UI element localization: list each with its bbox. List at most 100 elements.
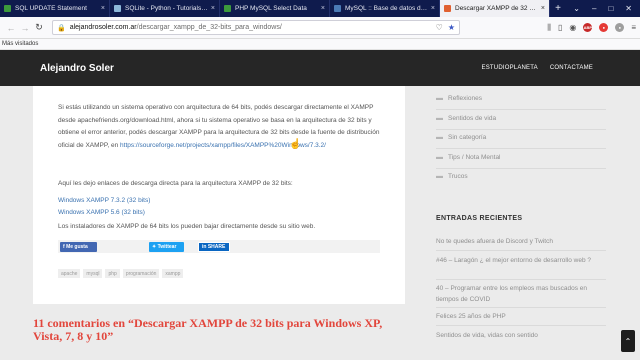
minimize-icon[interactable]: –: [592, 4, 596, 13]
divider: [436, 148, 606, 149]
divider: [436, 168, 606, 169]
comments-heading: 11 comentarios en “Descargar XAMPP de 32…: [33, 316, 383, 343]
recent-post-link[interactable]: 40 – Programar entre los empleos mas bus…: [436, 283, 606, 305]
site-title[interactable]: Alejandro Soler: [40, 63, 114, 74]
category-label: Reflexiones: [448, 95, 482, 102]
browser-tab[interactable]: SQLite - Python - Tutorialspoi ×: [110, 0, 220, 17]
favicon-icon: [114, 5, 121, 12]
divider: [436, 279, 606, 280]
facebook-like-button[interactable]: f Me gusta: [60, 241, 97, 252]
folder-icon: ▬: [436, 115, 443, 122]
close-tab-icon[interactable]: ×: [431, 5, 435, 12]
bookmark-star-icon[interactable]: ★: [448, 23, 455, 32]
tag-mysql[interactable]: mysql: [83, 269, 103, 278]
folder-icon: ▬: [436, 95, 443, 102]
tab-title: PHP MySQL Select Data: [235, 5, 307, 12]
address-bar[interactable]: 🔒 alejandrosoler.com.ar/descargar_xampp_…: [52, 20, 460, 35]
favicon-icon: [4, 5, 11, 12]
facebook-like-label: Me gusta: [66, 243, 88, 250]
tag-php[interactable]: php: [105, 269, 120, 278]
linkedin-share-button[interactable]: in SHARE: [198, 241, 230, 252]
tab-title: SQL UPDATE Statement: [15, 5, 87, 12]
sidebar-icon[interactable]: ▯: [558, 23, 562, 32]
reload-icon[interactable]: ↻: [32, 21, 46, 35]
category-label: Sentidos de vida: [448, 115, 497, 122]
download-link-56[interactable]: Windows XAMPP 5.6 (32 bits): [58, 207, 150, 219]
tab-title: Descargar XAMPP de 32 bits para: [455, 5, 538, 12]
navigation-bar: ← → ↻ 🔒 alejandrosoler.com.ar/descargar_…: [0, 17, 640, 39]
category-label: Tips / Nota Mental: [448, 154, 501, 161]
divider: [436, 307, 606, 308]
close-tab-icon[interactable]: ×: [211, 5, 215, 12]
chevron-up-icon: ⌃: [624, 336, 632, 346]
browser-tab-active[interactable]: Descargar XAMPP de 32 bits para ×: [440, 0, 550, 17]
favicon-icon: [444, 5, 451, 12]
nav-item-contactame[interactable]: CONTACTAME: [550, 65, 593, 71]
favicon-icon: [334, 5, 341, 12]
lock-icon[interactable]: 🔒: [57, 24, 66, 32]
category-item[interactable]: ▬ Sentidos de vida: [436, 115, 496, 122]
close-window-icon[interactable]: ✕: [625, 4, 632, 13]
site-nav: ESTUDIOPLANETA CONTACTAME: [482, 65, 593, 71]
recent-post-link[interactable]: No te quedes afuera de Discord y Twitch: [436, 236, 606, 247]
recent-post-link[interactable]: #46 – Laragón ¿ el mejor entorno de desa…: [436, 255, 606, 266]
pocket-icon[interactable]: ♡: [436, 23, 443, 32]
list-all-tabs-icon[interactable]: ⌄: [573, 4, 580, 13]
article-paragraph: Los instaladores de XAMPP de 64 bits los…: [58, 223, 316, 230]
article-paragraph: Si estás utilizando un sistema operativo…: [58, 102, 390, 152]
library-icon[interactable]: ⫼: [547, 23, 551, 33]
url-domain: alejandrosoler.com.ar: [69, 24, 137, 31]
bookmarks-bar: Más visitados: [0, 39, 640, 50]
new-tab-button[interactable]: +: [550, 0, 566, 17]
download-links: Windows XAMPP 7.3.2 (32 bits) Windows XA…: [58, 195, 150, 219]
browser-tab[interactable]: MySQL :: Base de datos desde Pyth ×: [330, 0, 440, 17]
folder-icon: ▬: [436, 134, 443, 141]
close-tab-icon[interactable]: ×: [321, 5, 325, 12]
close-tab-icon[interactable]: ×: [101, 5, 105, 12]
article-card: Si estás utilizando un sistema operativo…: [33, 86, 405, 304]
back-icon[interactable]: ←: [4, 21, 18, 35]
download-link-732[interactable]: Windows XAMPP 7.3.2 (32 bits): [58, 195, 150, 207]
share-buttons: f Me gusta ✦ Twittear in SHARE: [58, 240, 380, 253]
divider: [436, 129, 606, 130]
article-paragraph: Aquí les dejo enlaces de descarga direct…: [58, 180, 293, 187]
extension-icon[interactable]: ●: [615, 23, 625, 32]
browser-tab[interactable]: PHP MySQL Select Data ×: [220, 0, 330, 17]
close-tab-icon[interactable]: ×: [541, 5, 545, 12]
category-item[interactable]: ▬ Tips / Nota Mental: [436, 154, 501, 161]
recent-posts-heading: ENTRADAS RECIENTES: [436, 215, 523, 222]
divider: [436, 250, 606, 251]
forward-icon[interactable]: →: [18, 21, 32, 35]
twitter-share-button[interactable]: ✦ Twittear: [149, 241, 184, 252]
tab-title: SQLite - Python - Tutorialspoi: [125, 5, 208, 12]
sidebar: ▬ Reflexiones ▬ Sentidos de vida ▬ Sin cate…: [428, 86, 640, 360]
recent-post-link[interactable]: Sentidos de vida, vidas con sentido: [436, 330, 606, 341]
divider: [436, 109, 606, 110]
category-label: Sin categoría: [448, 134, 487, 141]
site-header: Alejandro Soler ESTUDIOPLANETA CONTACTAM…: [0, 50, 640, 86]
category-item[interactable]: ▬ Sin categoría: [436, 134, 486, 141]
tag-xampp[interactable]: xampp: [162, 269, 184, 278]
nav-item-estudioplaneta[interactable]: ESTUDIOPLANETA: [482, 65, 538, 71]
menu-icon[interactable]: ≡: [631, 23, 636, 32]
recent-post-link[interactable]: Felices 25 años de PHP: [436, 311, 606, 322]
account-icon[interactable]: ◉: [569, 23, 576, 32]
maximize-icon[interactable]: □: [608, 4, 613, 13]
tag-apache[interactable]: apache: [58, 269, 81, 278]
favicon-icon: [224, 5, 231, 12]
folder-icon: ▬: [436, 173, 443, 180]
tag-programacion[interactable]: programación: [122, 269, 160, 278]
adblock-extension-icon[interactable]: ABP: [583, 23, 593, 32]
category-item[interactable]: ▬ Reflexiones: [436, 95, 482, 102]
scroll-to-top-button[interactable]: ⌃: [621, 330, 635, 352]
tab-strip: SQL UPDATE Statement × SQLite - Python -…: [0, 0, 640, 17]
tab-title: MySQL :: Base de datos desde Pyth: [345, 5, 428, 12]
divider: [436, 325, 606, 326]
tag-list: apache mysql php programación xampp: [58, 269, 184, 278]
toolbar-icons: ⫼ ▯ ◉ ABP ● ● ≡: [547, 23, 636, 33]
extension-icon[interactable]: ●: [599, 23, 609, 32]
browser-tab[interactable]: SQL UPDATE Statement ×: [0, 0, 110, 17]
window-controls: ⌄ – □ ✕: [573, 0, 640, 17]
category-item[interactable]: ▬ Trucos: [436, 173, 468, 180]
bookmark-most-visited[interactable]: Más visitados: [2, 41, 38, 47]
